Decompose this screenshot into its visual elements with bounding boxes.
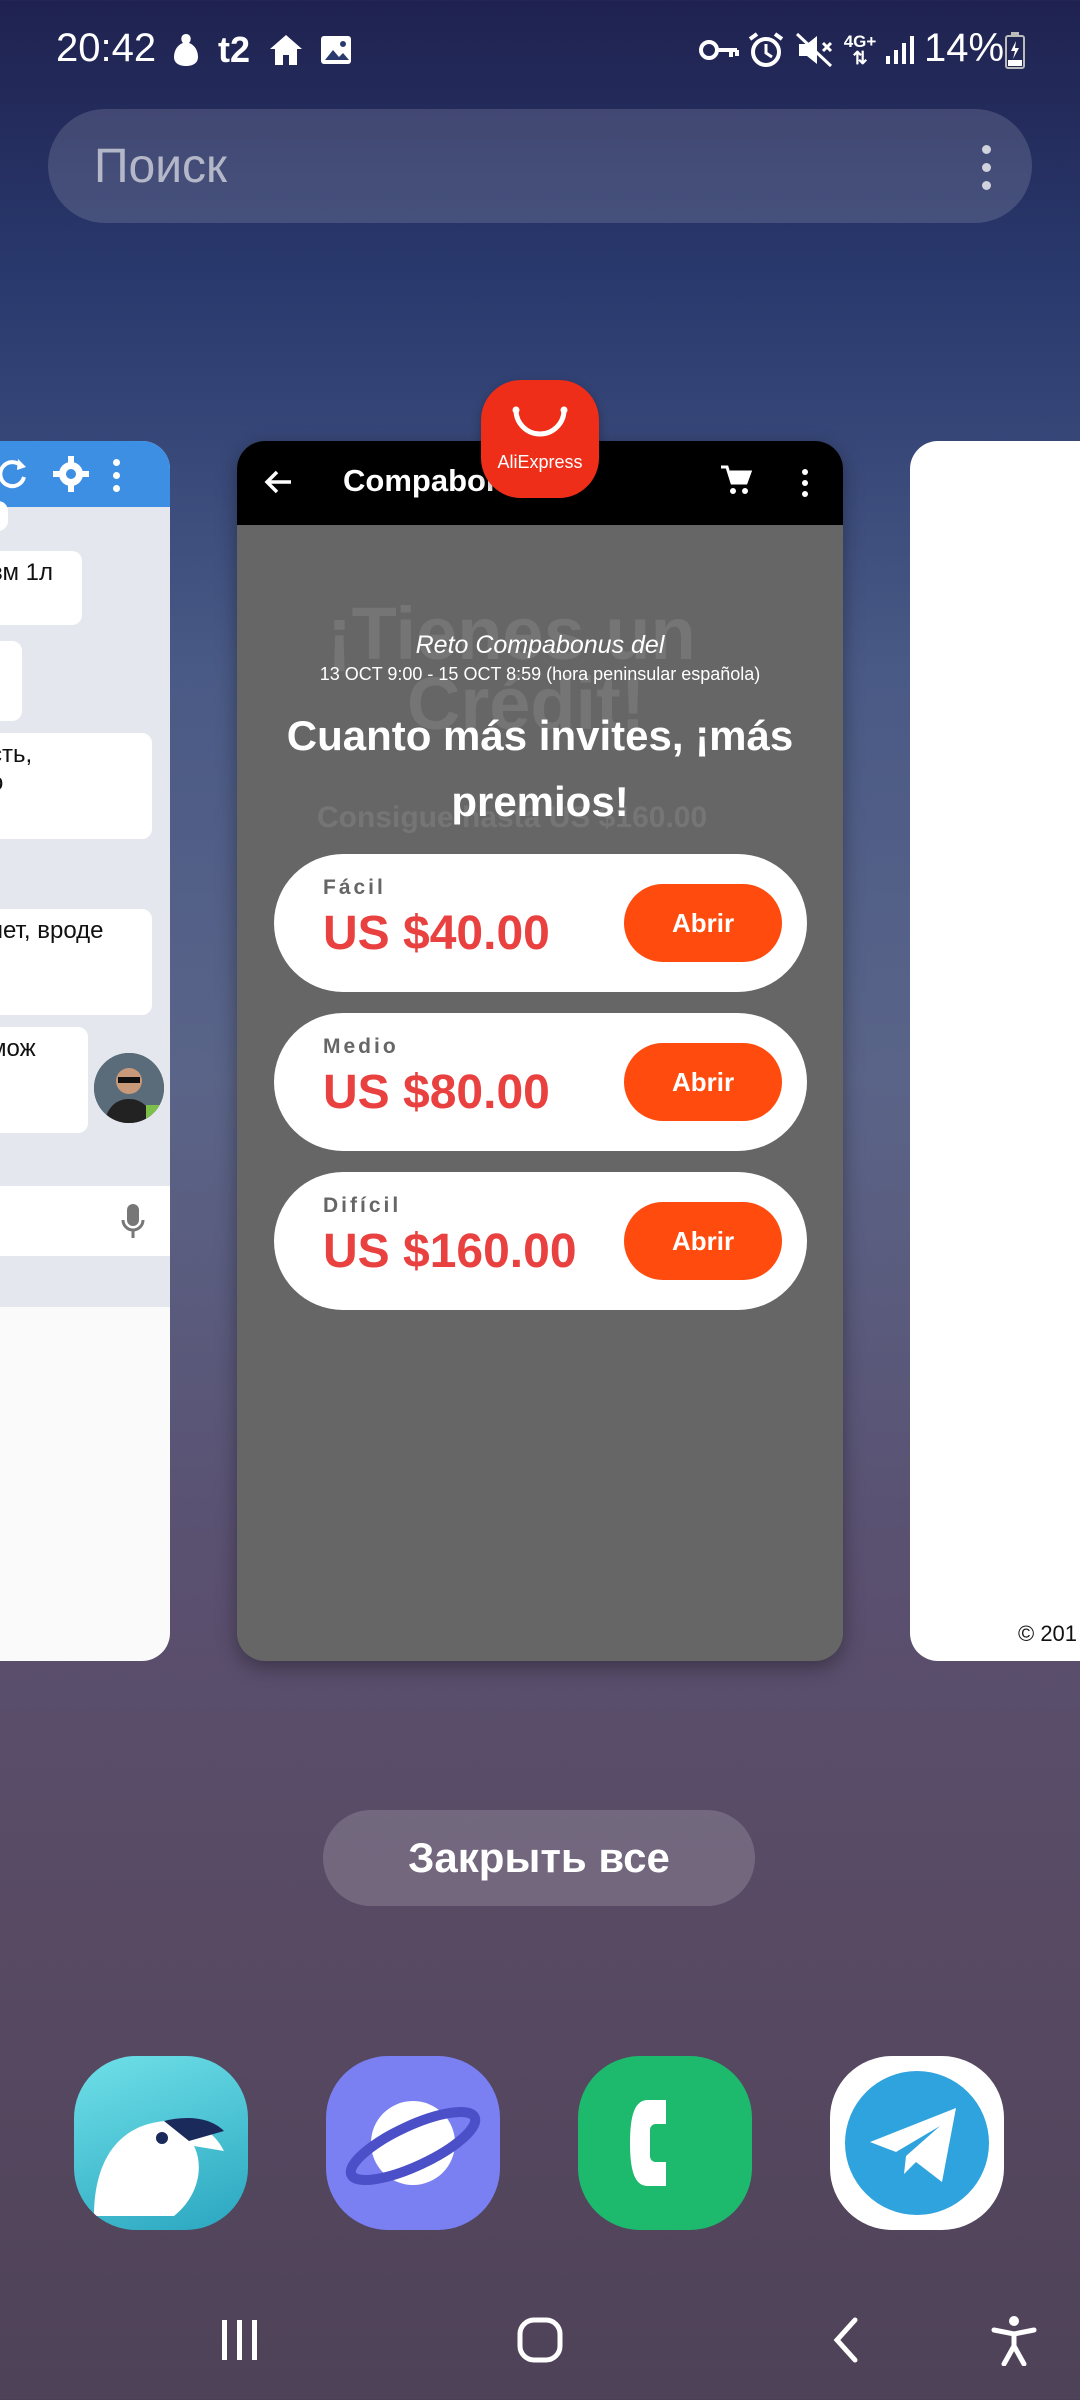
home-nav-button[interactable]: [510, 2300, 570, 2380]
tier-level: Fácil: [323, 876, 386, 899]
telegram-icon[interactable]: [830, 2056, 1004, 2230]
cart-icon[interactable]: [719, 463, 753, 502]
search-placeholder: Поиск: [94, 140, 228, 193]
chat-bubble: вм 1л: [0, 551, 82, 625]
chat-bubble: яет, вроде: [0, 909, 152, 1015]
overflow-icon: [113, 459, 121, 492]
copyright-text: © 201: [1018, 1621, 1078, 1646]
microphone-icon: [120, 1202, 146, 1247]
status-bar: 20:42 t2 4G+ ⇅ 14%: [0, 0, 1080, 110]
notification-app-icon: [168, 28, 204, 72]
tier-level: Difícil: [323, 1194, 402, 1217]
open-button[interactable]: Abrir: [624, 1043, 782, 1121]
app-icon-label: AliExpress: [497, 452, 583, 472]
open-button[interactable]: Abrir: [624, 884, 782, 962]
settings-gear-icon: [52, 455, 90, 498]
tier-amount: US $80.00: [323, 1066, 550, 1119]
open-button[interactable]: Abrir: [624, 1202, 782, 1280]
headline: Cuanto más invites, ¡más premios!: [286, 712, 794, 825]
mute-icon: [794, 28, 834, 72]
kiwi-browser-icon[interactable]: [74, 2056, 248, 2230]
tier-level: Medio: [323, 1035, 399, 1058]
battery-percent: 14%: [924, 26, 1005, 70]
home-icon: [266, 28, 306, 72]
message-input-bar: [0, 1186, 170, 1256]
aliexpress-app-icon[interactable]: AliExpress: [481, 380, 599, 498]
recent-app-card-left[interactable]: вм 1л 8 сть, о яет, вроде мож ): [0, 441, 170, 1661]
challenge-title: Reto Compabonus del: [415, 631, 665, 659]
refresh-icon: [0, 455, 30, 498]
chat-bubble: мож ): [0, 1027, 88, 1133]
phone-icon[interactable]: [578, 2056, 752, 2230]
more-options-icon[interactable]: [982, 145, 992, 199]
battery-icon: [1004, 28, 1026, 72]
network-4g-icon: 4G+ ⇅: [843, 32, 877, 68]
clock: 20:42: [56, 26, 157, 70]
back-nav-button[interactable]: [816, 2300, 876, 2380]
tier-amount: US $40.00: [323, 907, 550, 960]
chat-bubble: сть, о: [0, 733, 152, 839]
recents-nav-button[interactable]: [210, 2300, 270, 2380]
overflow-icon[interactable]: [802, 469, 810, 497]
accessibility-icon[interactable]: [984, 2300, 1044, 2380]
reward-tier-easy: Fácil US $40.00 Abrir: [274, 854, 807, 992]
recent-app-card-aliexpress[interactable]: ¡Tienes un Crédit! Consigue hasta US $16…: [237, 441, 843, 1661]
reward-tier-hard: Difícil US $160.00 Abrir: [274, 1172, 807, 1310]
left-card-toolbar: [0, 441, 170, 507]
chat-bubble: 8: [0, 641, 22, 721]
t2-icon: t2: [217, 29, 250, 70]
back-arrow-icon[interactable]: [263, 467, 293, 502]
alarm-icon: [746, 28, 786, 72]
samsung-internet-icon[interactable]: [326, 2056, 500, 2230]
recent-app-card-right[interactable]: © 201: [910, 441, 1080, 1661]
chat-bubble: [0, 501, 8, 531]
tier-amount: US $160.00: [323, 1225, 577, 1278]
challenge-dates: 13 OCT 9:00 - 15 OCT 8:59 (hora peninsul…: [319, 664, 761, 684]
close-all-button[interactable]: Закрыть все: [323, 1810, 755, 1906]
reward-tier-medium: Medio US $80.00 Abrir: [274, 1013, 807, 1151]
signal-icon: [882, 28, 918, 72]
image-icon: [316, 28, 356, 72]
search-bar[interactable]: Поиск: [48, 109, 1032, 223]
avatar: [94, 1053, 164, 1123]
vpn-key-icon: [698, 28, 740, 72]
